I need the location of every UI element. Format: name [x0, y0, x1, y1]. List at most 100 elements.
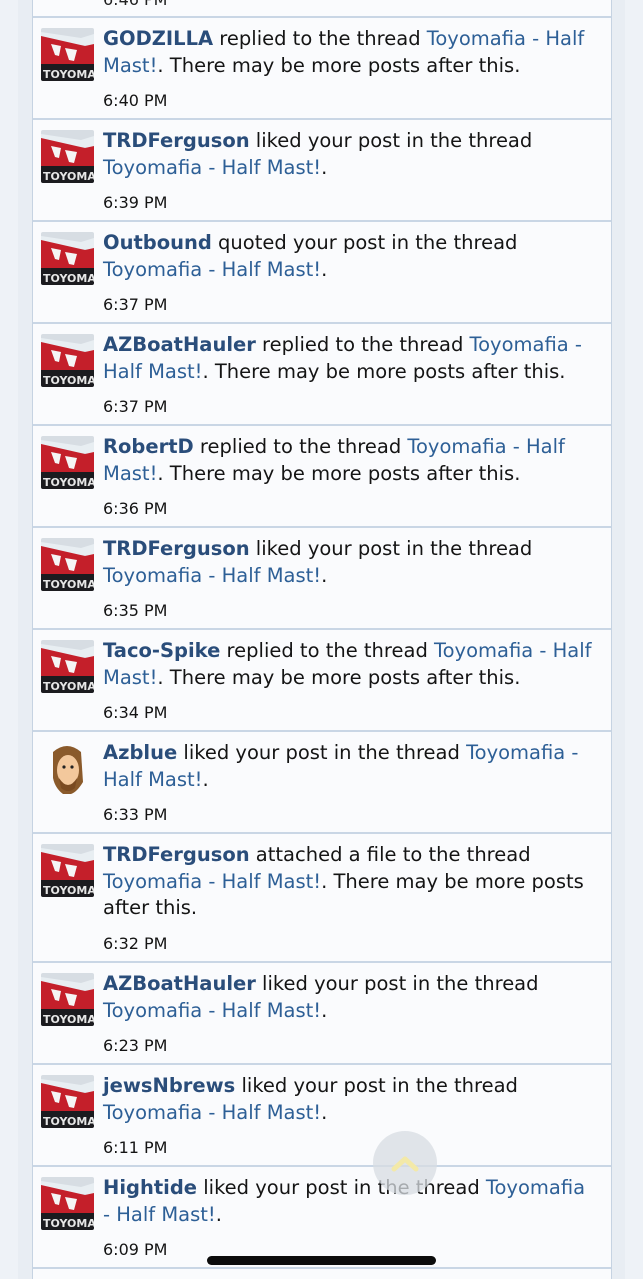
- previous-alert-stub: 6:46 PM: [33, 0, 611, 18]
- alert-item[interactable]: Azblue liked your post in the thread Toy…: [33, 732, 611, 834]
- user-avatar[interactable]: [41, 742, 94, 795]
- thread-link[interactable]: Toyomafia - Half Mast!: [103, 870, 321, 893]
- alert-text: Azblue liked your post in the thread Toy…: [103, 740, 597, 793]
- username-link[interactable]: Outbound: [103, 231, 212, 254]
- page-left-rail: [0, 0, 18, 1279]
- alert-item[interactable]: TOYOMA TRDFerguson liked your post in the…: [33, 120, 611, 222]
- user-avatar[interactable]: TOYOMA: [41, 28, 94, 81]
- alert-time: 6:34 PM: [103, 703, 168, 722]
- alert-action-text: liked your post in the thread: [177, 741, 467, 764]
- alerts-list: 6:46 PM TOYOMA GODZILLA replied to the th…: [32, 0, 612, 1279]
- alert-text: AZBoatHauler liked your post in the thre…: [103, 971, 597, 1024]
- alert-text: TRDFerguson liked your post in the threa…: [103, 128, 597, 181]
- alert-time: 6:35 PM: [103, 601, 168, 620]
- avatar-flag-text: TOYOMA: [43, 1013, 94, 1026]
- username-link[interactable]: AZBoatHauler: [103, 972, 256, 995]
- avatar-flag-text: TOYOMA: [43, 170, 94, 183]
- alert-action-text: liked your post in the thread: [249, 537, 533, 560]
- alert-suffix-text: .: [202, 767, 209, 791]
- scroll-to-top-button[interactable]: [373, 1131, 437, 1195]
- user-avatar[interactable]: TOYOMA: [41, 1177, 94, 1230]
- alert-suffix-text: .: [321, 1100, 328, 1124]
- alert-text: jewsNbrews liked your post in the thread…: [103, 1073, 597, 1126]
- alert-text: GODZILLA replied to the thread Toyomafia…: [103, 26, 597, 79]
- alert-action-text: liked your post in the thread: [255, 972, 539, 995]
- alert-time: 6:33 PM: [103, 805, 168, 824]
- alert-item[interactable]: TOYOMA AZBoatHauler replied to the thread…: [33, 324, 611, 426]
- thread-link[interactable]: Toyomafia - Half Mast!: [103, 258, 321, 281]
- alert-time: 6:40 PM: [103, 91, 168, 110]
- avatar-flag-text: TOYOMA: [43, 272, 94, 285]
- alert-suffix-text: .: [215, 1202, 222, 1226]
- alert-time: 6:09 PM: [103, 1240, 168, 1259]
- alert-action-text: attached a file to the thread: [249, 843, 531, 866]
- alert-action-text: replied to the thread: [213, 27, 427, 50]
- alert-action-text: replied to the thread: [255, 333, 470, 356]
- user-avatar[interactable]: TOYOMA: [41, 640, 94, 693]
- avatar-flag-text: TOYOMA: [43, 68, 94, 81]
- alert-text: Taco-Spike replied to the thread Toyomaf…: [103, 638, 597, 691]
- username-link[interactable]: Azblue: [103, 741, 177, 764]
- alert-suffix-text: . There may be more posts after this.: [157, 53, 521, 77]
- alert-item[interactable]: TOYOMA Outbound quoted your post in the t…: [33, 222, 611, 324]
- alert-suffix-text: . There may be more posts after this.: [157, 461, 521, 485]
- username-link[interactable]: AZBoatHauler: [103, 333, 256, 356]
- thread-link[interactable]: Toyomafia - Half Mast!: [103, 999, 321, 1022]
- alert-item[interactable]: TOYOMA RobertD replied to the thread Toyo…: [33, 426, 611, 528]
- user-avatar[interactable]: TOYOMA: [41, 973, 94, 1026]
- alert-suffix-text: .: [321, 257, 328, 281]
- alert-suffix-text: .: [321, 563, 328, 587]
- alert-time: 6:39 PM: [103, 193, 168, 212]
- username-link[interactable]: GODZILLA: [103, 27, 213, 50]
- alert-suffix-text: .: [321, 998, 328, 1022]
- user-avatar[interactable]: TOYOMA: [41, 436, 94, 489]
- alert-item[interactable]: TOYOMA TRDFerguson attached a file to the…: [33, 834, 611, 963]
- alert-item[interactable]: TOYOMA AZBoatHauler liked your post in th…: [33, 963, 611, 1065]
- username-link[interactable]: TRDFerguson: [103, 129, 250, 152]
- alert-time: 6:32 PM: [103, 934, 168, 953]
- page-right-rail: [625, 0, 643, 1279]
- user-avatar[interactable]: TOYOMA: [41, 538, 94, 591]
- alert-text: RobertD replied to the thread Toyomafia …: [103, 434, 597, 487]
- alert-item[interactable]: TOYOMA Hightide liked your post in the th…: [33, 1167, 611, 1269]
- alert-item[interactable]: TOYOMA GODZILLA replied to the thread Toy…: [33, 18, 611, 120]
- alert-time: 6:46 PM: [103, 0, 167, 9]
- username-link[interactable]: Taco-Spike: [103, 639, 220, 662]
- username-link[interactable]: RobertD: [103, 435, 194, 458]
- chevron-up-icon: [391, 1156, 419, 1172]
- user-avatar[interactable]: TOYOMA: [41, 130, 94, 183]
- thread-link[interactable]: Toyomafia - Half Mast!: [103, 564, 321, 587]
- alert-action-text: quoted your post in the thread: [211, 231, 518, 254]
- avatar-flag-text: TOYOMA: [43, 884, 94, 897]
- alert-item[interactable]: TOYOMA TRDFerguson liked your post in the…: [33, 528, 611, 630]
- alert-suffix-text: .: [321, 155, 328, 179]
- thread-link[interactable]: Toyomafia - Half Mast!: [103, 156, 321, 179]
- alert-time: 6:11 PM: [103, 1138, 168, 1157]
- user-avatar[interactable]: TOYOMA: [41, 1075, 94, 1128]
- user-avatar[interactable]: TOYOMA: [41, 844, 94, 897]
- alert-suffix-text: . There may be more posts after this.: [157, 665, 521, 689]
- alert-text: Hightide liked your post in the thread T…: [103, 1175, 597, 1228]
- username-link[interactable]: jewsNbrews: [103, 1074, 235, 1097]
- alert-action-text: liked your post in the thread: [249, 129, 533, 152]
- alert-action-text: replied to the thread: [220, 639, 435, 662]
- alert-text: AZBoatHauler replied to the thread Toyom…: [103, 332, 597, 385]
- avatar-flag-text: TOYOMA: [43, 680, 94, 693]
- username-link[interactable]: TRDFerguson: [103, 537, 250, 560]
- alert-text: TRDFerguson liked your post in the threa…: [103, 536, 597, 589]
- user-avatar[interactable]: TOYOMA: [41, 334, 94, 387]
- username-link[interactable]: Hightide: [103, 1176, 197, 1199]
- alert-action-text: liked your post in the thread: [235, 1074, 518, 1097]
- alert-text: Outbound quoted your post in the thread …: [103, 230, 597, 283]
- alert-item[interactable]: TOYOMA Taco-Spike replied to the thread T…: [33, 630, 611, 732]
- alert-time: 6:23 PM: [103, 1036, 168, 1055]
- alert-item[interactable]: TOYOMA jewsNbrews liked your post in the …: [33, 1065, 611, 1167]
- alert-action-text: replied to the thread: [193, 435, 408, 458]
- alert-time: 6:37 PM: [103, 295, 168, 314]
- user-avatar[interactable]: TOYOMA: [41, 232, 94, 285]
- alert-time: 6:37 PM: [103, 397, 168, 416]
- avatar-flag-text: TOYOMA: [43, 374, 94, 387]
- alert-action-text: liked your post in the thread: [197, 1176, 486, 1199]
- username-link[interactable]: TRDFerguson: [103, 843, 250, 866]
- thread-link[interactable]: Toyomafia - Half Mast!: [103, 1101, 321, 1124]
